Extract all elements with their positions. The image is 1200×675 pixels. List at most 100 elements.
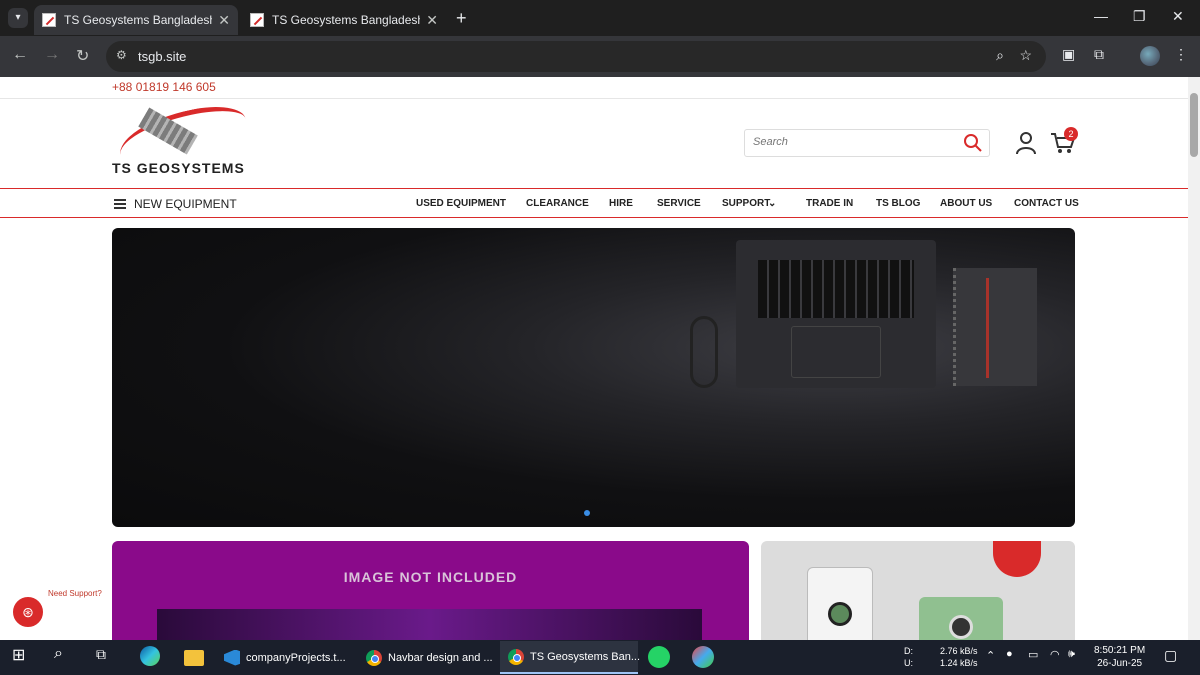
nav-trade-in[interactable]: TRADE IN	[806, 198, 853, 209]
slider-dot[interactable]	[584, 510, 590, 516]
nav-hire[interactable]: HIRE	[609, 198, 633, 209]
page-scrollbar[interactable]	[1188, 77, 1200, 640]
promo-image-strip	[157, 609, 702, 640]
nav-service[interactable]: SERVICE	[657, 198, 701, 209]
logo-text: TS GEOSYSTEMS	[112, 160, 245, 176]
nav-clearance[interactable]: CLEARANCE	[526, 198, 589, 209]
chevron-up-icon[interactable]: ⌃	[986, 649, 995, 662]
lens-image	[828, 602, 852, 626]
tab-title: TS Geosystems Bangladesh	[64, 13, 213, 27]
search-box[interactable]	[744, 129, 990, 157]
app-icon[interactable]	[692, 646, 714, 668]
tab-1[interactable]: TS Geosystems Bangladesh ✕	[34, 5, 238, 35]
promo-text: IMAGE NOT INCLUDED	[343, 569, 518, 585]
close-tab-icon[interactable]: ✕	[426, 12, 438, 29]
close-window-button[interactable]: ✕	[1172, 8, 1184, 25]
notebook-image	[953, 268, 1037, 386]
windows-start-icon[interactable]: ⊞	[12, 645, 25, 665]
restore-button[interactable]: ❐	[1133, 8, 1146, 25]
hero-slider[interactable]	[112, 228, 1075, 527]
hamburger-menu-icon[interactable]	[114, 199, 126, 209]
wifi-icon[interactable]: ◠	[1050, 648, 1060, 661]
scanner-image	[919, 597, 1003, 640]
task-view-icon[interactable]: ⧉	[96, 646, 106, 663]
minimize-button[interactable]: —	[1094, 8, 1108, 24]
whatsapp-icon[interactable]	[648, 646, 670, 668]
pen-image	[986, 278, 989, 378]
browser-toolbar: ← → ↻ ⚙ tsgb.site ⌕ ☆ ▣ ⧉ ⋮	[0, 36, 1200, 77]
zoom-icon[interactable]: ⌕	[996, 47, 1004, 64]
upload-label: U:	[904, 658, 913, 668]
edge-icon[interactable]	[140, 646, 160, 666]
profile-avatar[interactable]	[1140, 46, 1160, 66]
network-speed-values: 2.76 kB/s 1.24 kB/s	[940, 645, 978, 669]
search-icon[interactable]: ⌕	[54, 645, 63, 663]
back-icon[interactable]: ←	[12, 46, 28, 64]
cart-count-badge: 2	[1064, 127, 1078, 141]
clock[interactable]: 8:50:21 PM 26-Jun-25	[1094, 644, 1145, 670]
taskbar-app-vscode[interactable]: companyProjects.t...	[216, 641, 354, 674]
browser-chrome: ▾ TS Geosystems Bangladesh ✕ TS Geosyste…	[0, 0, 1200, 77]
site-settings-icon[interactable]: ⚙	[116, 48, 127, 62]
menu-kebab-icon[interactable]: ⋮	[1174, 46, 1188, 63]
tab-2[interactable]: TS Geosystems Bangladesh ✕	[242, 5, 446, 35]
download-speed: 2.76 kB/s	[940, 646, 978, 656]
trackpad-image	[791, 326, 881, 378]
close-tab-icon[interactable]: ✕	[218, 12, 230, 29]
promo-banner-left[interactable]: IMAGE NOT INCLUDED	[112, 541, 749, 640]
taskbar: ⊞ ⌕ ⧉ companyProjects.t... Navbar design…	[0, 640, 1200, 675]
lens-image	[949, 615, 973, 639]
new-tab-button[interactable]: +	[456, 8, 467, 29]
reload-icon[interactable]: ↻	[76, 46, 89, 66]
date-text: 26-Jun-25	[1097, 658, 1143, 669]
nav-support[interactable]: SUPPORT	[722, 198, 770, 209]
location-pin-icon	[993, 541, 1041, 577]
nav-ts-blog[interactable]: TS BLOG	[876, 198, 920, 209]
search-input[interactable]	[753, 136, 953, 148]
keyboard-image	[758, 260, 914, 318]
chrome-icon	[508, 648, 524, 665]
main-nav: NEW EQUIPMENT USED EQUIPMENT CLEARANCE H…	[0, 188, 1188, 218]
time-text: 8:50:21 PM	[1094, 645, 1146, 656]
user-account-icon[interactable]	[1014, 131, 1038, 155]
tab-strip: ▾ TS Geosystems Bangladesh ✕ TS Geosyste…	[0, 0, 1200, 36]
taskbar-app-label: Navbar design and ...	[388, 651, 493, 664]
taskbar-app-chrome-2[interactable]: TS Geosystems Ban...	[500, 641, 641, 674]
address-bar[interactable]: ⚙ tsgb.site ⌕ ☆	[106, 41, 1046, 72]
scrollbar-thumb[interactable]	[1190, 93, 1198, 157]
volume-icon[interactable]: 🕪	[1068, 648, 1075, 661]
support-lifebuoy-icon[interactable]: ⊛	[11, 595, 45, 629]
search-icon[interactable]	[963, 133, 983, 153]
phone-number[interactable]: +88 01819 146 605	[112, 80, 216, 94]
taskbar-app-label: TS Geosystems Ban...	[530, 650, 641, 663]
upload-speed: 1.24 kB/s	[940, 658, 978, 668]
site-favicon-icon	[42, 13, 56, 27]
site-favicon-icon	[250, 13, 264, 27]
tab-title: TS Geosystems Bangladesh	[272, 13, 421, 27]
battery-icon[interactable]: ▭	[1028, 648, 1038, 661]
extensions-puzzle-icon[interactable]: ⧉	[1094, 46, 1104, 63]
nav-about-us[interactable]: ABOUT US	[940, 198, 992, 209]
nav-new-equipment[interactable]: NEW EQUIPMENT	[134, 197, 237, 211]
notifications-icon[interactable]: ▢	[1164, 647, 1177, 664]
file-explorer-icon[interactable]	[184, 650, 204, 666]
forward-icon[interactable]: →	[44, 46, 60, 64]
nav-used-equipment[interactable]: USED EQUIPMENT	[416, 198, 506, 209]
site-logo[interactable]: TS GEOSYSTEMS	[112, 99, 252, 176]
chevron-down-icon[interactable]: ⌄	[768, 198, 776, 209]
microphone-icon[interactable]: ●	[1006, 648, 1013, 660]
glasses-image	[690, 316, 718, 388]
total-station-image	[807, 567, 873, 640]
web-page: +88 01819 146 605 TS GEOSYSTEMS 2 NEW EQ…	[0, 77, 1188, 640]
download-label: D:	[904, 646, 913, 656]
url-text[interactable]: tsgb.site	[138, 49, 186, 64]
taskbar-app-chrome-1[interactable]: Navbar design and ...	[358, 641, 496, 674]
network-speed-labels: D: U:	[904, 645, 913, 669]
taskbar-app-label: companyProjects.t...	[246, 651, 346, 664]
laptop-image	[736, 240, 936, 388]
tab-search-button[interactable]: ▾	[8, 8, 28, 28]
nav-contact-us[interactable]: CONTACT US	[1014, 198, 1079, 209]
bookmark-star-icon[interactable]: ☆	[1019, 47, 1032, 64]
promo-banner-right[interactable]	[761, 541, 1075, 640]
extension-icon[interactable]: ▣	[1062, 46, 1075, 63]
